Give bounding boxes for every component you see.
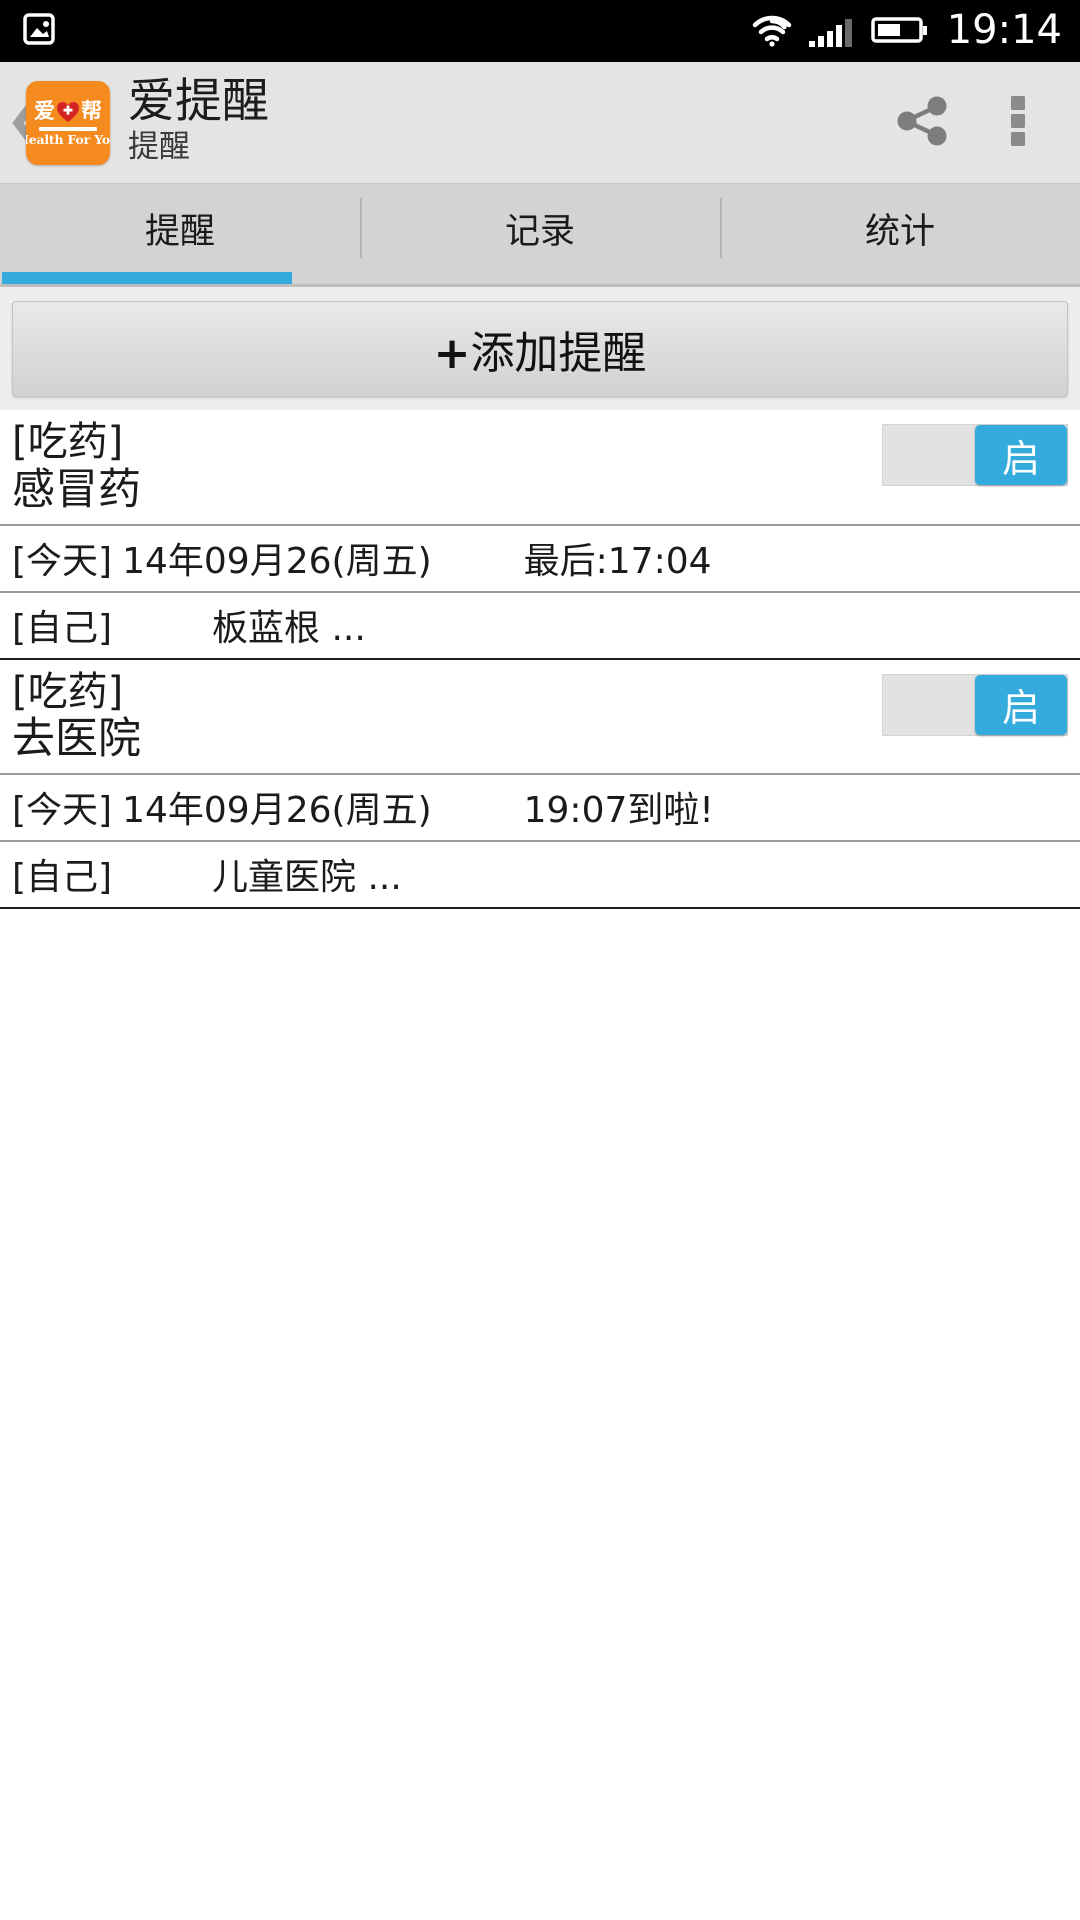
reminder-toggle-thumb: 启 (975, 425, 1067, 485)
heart-cross-icon (56, 101, 80, 123)
add-reminder-label: +添加提醒 (434, 317, 647, 381)
action-bar: 爱 帮 Health For You 爱提醒 提醒 (0, 62, 1080, 184)
list-empty-space (0, 909, 1080, 1730)
plus-icon: + (433, 328, 471, 379)
add-reminder-area: +添加提醒 (0, 287, 1080, 410)
tab-reminders[interactable]: 提醒 (0, 184, 360, 272)
add-reminder-button[interactable]: +添加提醒 (12, 301, 1068, 397)
reminder-schedule-row: [今天] 14年09月26(周五) 19:07到啦! (0, 773, 1080, 840)
battery-icon (870, 9, 929, 53)
share-icon (889, 88, 955, 158)
tab-label: 提醒 (144, 211, 215, 252)
reminder-detail-row: [自己] 儿童医院 ... (0, 840, 1080, 907)
reminder-toggle[interactable]: 启 (882, 673, 1068, 736)
tab-active-indicator (2, 272, 292, 284)
tab-label: 记录 (504, 211, 575, 252)
status-bar-right: 19:14 (749, 9, 1062, 53)
reminder-note: 板蓝根 ... (212, 607, 366, 649)
titles-block: 爱提醒 提醒 (128, 78, 269, 166)
status-clock: 19:14 (946, 7, 1062, 53)
reminder-detail-row: [自己] 板蓝根 ... (0, 590, 1080, 658)
reminder-card-header: [吃药] 去医院 启 (0, 660, 1080, 774)
tab-label: 统计 (864, 211, 935, 252)
image-icon (22, 9, 56, 53)
app-logo[interactable]: 爱 帮 Health For You (26, 80, 110, 165)
logo-char-left: 爱 (34, 99, 55, 124)
reminder-card[interactable]: [吃药] 去医院 启 [今天] 14年09月26(周五) 19:07到啦! [自… (0, 659, 1080, 910)
reminder-person: [自己] (12, 607, 113, 649)
reminder-person: [自己] (12, 857, 113, 899)
page-subtitle: 提醒 (128, 129, 190, 166)
tab-records[interactable]: 记录 (360, 184, 720, 272)
tab-bar: 提醒 记录 统计 (0, 184, 1080, 287)
page-title: 爱提醒 (128, 74, 269, 130)
logo-wordmark: 爱 帮 (34, 101, 102, 123)
reminder-date-prefix: [今天] (12, 540, 113, 582)
tab-statistics[interactable]: 统计 (720, 184, 1080, 272)
tab-indicator-track (0, 272, 1080, 284)
reminder-date: 14年09月26(周五) (122, 540, 432, 582)
reminder-date: 14年09月26(周五) (122, 790, 432, 832)
reminder-status: 19:07到啦! (523, 790, 714, 832)
reminder-list: [吃药] 感冒药 启 [今天] 14年09月26(周五) 最后:17:04 [自… (0, 410, 1080, 1730)
reminder-schedule-row: [今天] 14年09月26(周五) 最后:17:04 (0, 523, 1080, 591)
reminder-toggle-thumb: 启 (975, 674, 1067, 735)
logo-divider (39, 126, 97, 131)
overflow-menu-icon (1008, 88, 1028, 158)
status-bar-left (22, 9, 56, 53)
reminder-date-prefix: [今天] (12, 790, 113, 832)
add-reminder-text: 添加提醒 (470, 328, 647, 379)
reminder-status: 最后:17:04 (523, 540, 712, 582)
reminder-card[interactable]: [吃药] 感冒药 启 [今天] 14年09月26(周五) 最后:17:04 [自… (0, 410, 1080, 660)
overflow-menu-button[interactable] (970, 62, 1066, 184)
reminder-toggle[interactable]: 启 (882, 424, 1068, 486)
reminder-card-header: [吃药] 感冒药 启 (0, 410, 1080, 524)
status-bar: 19:14 (0, 0, 1080, 62)
reminder-note: 儿童医院 ... (212, 857, 402, 899)
share-button[interactable] (874, 62, 970, 184)
logo-subtitle: Health For You (26, 131, 110, 147)
signal-bars-icon (807, 9, 859, 53)
wifi-icon (749, 9, 795, 53)
logo-char-right: 帮 (81, 99, 102, 124)
tab-list: 提醒 记录 统计 (0, 184, 1080, 272)
